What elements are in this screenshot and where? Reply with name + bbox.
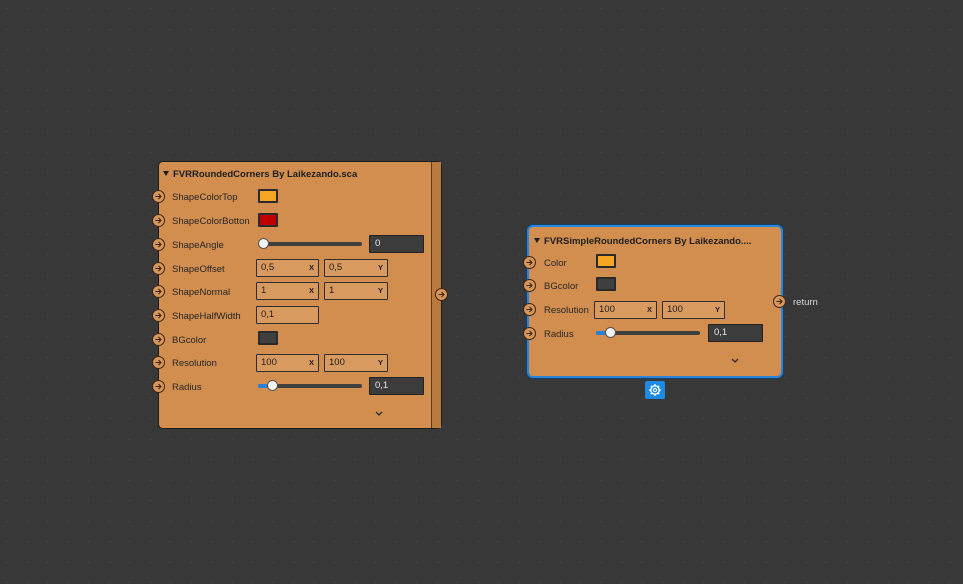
field-radius-2[interactable]: 0,1 xyxy=(708,324,763,342)
field-value: 100 xyxy=(667,304,683,315)
label-shape-normal: ShapeNormal xyxy=(172,287,231,298)
input-port-bg-color[interactable] xyxy=(152,333,165,346)
input-port-shape-color-botton[interactable] xyxy=(152,214,165,227)
label-shape-color-botton: ShapeColorBotton xyxy=(172,216,250,227)
field-shape-half-width[interactable]: 0,1 xyxy=(256,306,319,324)
field-value: 100 xyxy=(329,357,345,368)
output-label-return: return xyxy=(793,297,818,308)
label-radius: Radius xyxy=(172,382,202,393)
axis-label: Y xyxy=(377,358,383,367)
slider-radius-2[interactable] xyxy=(596,327,700,338)
label-shape-offset: ShapeOffset xyxy=(172,264,225,275)
input-port-shape-half-width[interactable] xyxy=(152,309,165,322)
field-value: 100 xyxy=(261,357,277,368)
label-radius-2: Radius xyxy=(544,329,574,340)
field-value: 100 xyxy=(599,304,615,315)
node-title-text: FVRRoundedCorners By Laikezando.sca xyxy=(173,169,358,180)
swatch-bg-color-2[interactable] xyxy=(596,277,616,291)
label-color: Color xyxy=(544,258,567,269)
label-shape-half-width: ShapeHalfWidth xyxy=(172,311,241,322)
slider-shape-angle[interactable] xyxy=(258,238,362,249)
chevron-down-icon[interactable] xyxy=(730,357,740,364)
axis-label: X xyxy=(646,305,652,314)
axis-label: Y xyxy=(377,286,383,295)
field-shape-angle[interactable]: 0 xyxy=(369,235,424,253)
field-shape-normal-y[interactable]: 1Y xyxy=(324,282,388,300)
node-settings-button[interactable] xyxy=(645,381,665,399)
input-port-radius-2[interactable] xyxy=(523,327,536,340)
field-value: 0,5 xyxy=(329,262,343,273)
field-radius[interactable]: 0,1 xyxy=(369,377,424,395)
field-value: 0,1 xyxy=(261,309,275,320)
axis-label: Y xyxy=(377,263,383,272)
field-shape-offset-x[interactable]: 0,5 X xyxy=(256,259,319,277)
slider-thumb[interactable] xyxy=(258,238,269,249)
field-value: 0,5 xyxy=(261,262,275,273)
input-port-shape-offset[interactable] xyxy=(152,262,165,275)
label-resolution-2: Resolution xyxy=(544,305,589,316)
collapse-triangle-icon[interactable] xyxy=(534,238,540,243)
node-title[interactable]: FVRSimpleRoundedCorners By Laikezando...… xyxy=(534,236,751,247)
field-shape-normal-x[interactable]: 1X xyxy=(256,282,319,300)
axis-label: X xyxy=(308,358,314,367)
input-port-resolution[interactable] xyxy=(152,356,165,369)
input-port-resolution-2[interactable] xyxy=(523,303,536,316)
label-shape-angle: ShapeAngle xyxy=(172,240,224,251)
swatch-color[interactable] xyxy=(596,254,616,268)
node-title[interactable]: FVRRoundedCorners By Laikezando.sca xyxy=(163,169,357,180)
swatch-shape-color-botton[interactable] xyxy=(258,213,278,227)
swatch-shape-color-top[interactable] xyxy=(258,189,278,203)
field-value: 1 xyxy=(329,285,335,296)
slider-radius[interactable] xyxy=(258,380,362,391)
gear-icon xyxy=(649,384,661,396)
canvas-grid xyxy=(5,7,951,584)
input-port-shape-color-top[interactable] xyxy=(152,190,165,203)
chevron-down-icon[interactable] xyxy=(374,410,384,417)
axis-label: Y xyxy=(714,305,720,314)
swatch-bg-color[interactable] xyxy=(258,331,278,345)
field-value: 1 xyxy=(261,285,267,296)
axis-label: X xyxy=(308,286,314,295)
output-port-node1[interactable] xyxy=(435,288,448,301)
axis-label: X xyxy=(308,263,314,272)
collapse-triangle-icon[interactable] xyxy=(163,171,169,176)
label-shape-color-top: ShapeColorTop xyxy=(172,192,238,203)
field-shape-offset-y[interactable]: 0,5 Y xyxy=(324,259,388,277)
input-port-bg-color-2[interactable] xyxy=(523,279,536,292)
label-resolution: Resolution xyxy=(172,358,217,369)
node-title-text: FVRSimpleRoundedCorners By Laikezando...… xyxy=(544,236,752,247)
input-port-shape-angle[interactable] xyxy=(152,238,165,251)
input-port-shape-normal[interactable] xyxy=(152,285,165,298)
label-bg-color-2: BGcolor xyxy=(544,281,579,292)
output-port-return[interactable] xyxy=(773,295,786,308)
field-resolution-y[interactable]: 100 Y xyxy=(324,354,388,372)
field-resolution-x[interactable]: 100 X xyxy=(256,354,319,372)
field-resolution-x-2[interactable]: 100 X xyxy=(594,301,657,319)
label-bg-color: BGcolor xyxy=(172,335,207,346)
input-port-color[interactable] xyxy=(523,256,536,269)
input-port-radius[interactable] xyxy=(152,380,165,393)
field-resolution-y-2[interactable]: 100 Y xyxy=(662,301,725,319)
